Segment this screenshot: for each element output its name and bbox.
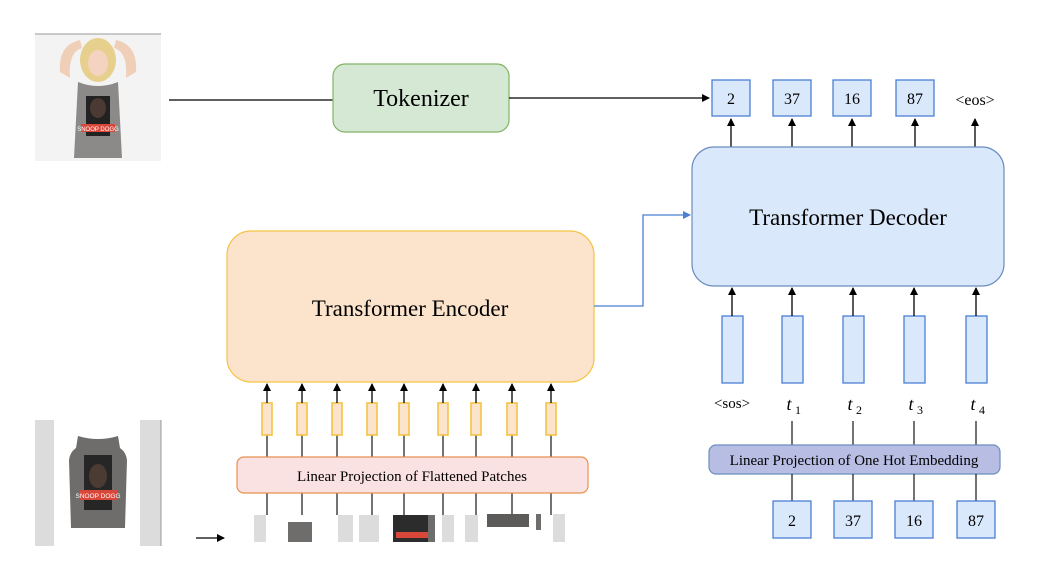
input-token-subscript: 1 xyxy=(795,403,801,417)
patch-projection-label: Linear Projection of Flattened Patches xyxy=(297,469,527,485)
decoder-input-embedding xyxy=(781,315,804,384)
image-patch xyxy=(465,515,478,542)
input-token-subscript: 3 xyxy=(917,403,923,417)
output-token: 16 xyxy=(832,79,872,117)
input-token-id: 87 xyxy=(956,500,996,539)
transformer-encoder-block: Transformer Encoder xyxy=(226,230,595,383)
output-token-value: 87 xyxy=(907,91,923,108)
input-token-id-value: 16 xyxy=(906,513,922,530)
decoder-label: Transformer Decoder xyxy=(749,205,947,230)
input-token-id-value: 87 xyxy=(968,513,984,530)
patch-embedding xyxy=(470,402,482,436)
input-token-symbol: t xyxy=(908,394,914,414)
image-patch xyxy=(428,515,435,542)
shirt-print-text: SNOOP DOGG xyxy=(77,127,119,133)
patch-embedding xyxy=(331,402,343,436)
decoder-input-embedding xyxy=(965,315,988,384)
transformer-decoder-block: Transformer Decoder xyxy=(691,146,1005,287)
eos-token-label: <eos> xyxy=(955,92,994,109)
input-token-id: 2 xyxy=(772,500,812,539)
patch-embedding xyxy=(545,402,557,436)
patch-embedding xyxy=(366,402,378,436)
onehot-projection-block: Linear Projection of One Hot Embedding xyxy=(708,444,1001,475)
output-token-value: 16 xyxy=(844,91,860,108)
patch-embedding-row xyxy=(261,383,557,515)
image-patch xyxy=(396,532,430,538)
image-patch xyxy=(254,515,266,542)
patch-embedding xyxy=(261,402,273,436)
top-input-image: SNOOP DOGG xyxy=(35,33,161,161)
image-patch xyxy=(359,515,379,542)
input-token-id-row: 2 37 16 87 xyxy=(772,474,996,539)
encoder-label: Transformer Encoder xyxy=(312,296,509,321)
image-patch-row xyxy=(254,514,565,542)
image-patch xyxy=(487,514,529,527)
image-patch xyxy=(288,522,312,542)
image-patch xyxy=(536,514,541,530)
input-token-id: 37 xyxy=(833,500,873,539)
tokenizer-label: Tokenizer xyxy=(373,86,469,112)
input-token-subscript: 2 xyxy=(856,403,862,417)
shirt-print-text: SNOOP DOGG xyxy=(75,493,120,500)
input-token-symbol: t xyxy=(786,394,792,414)
architecture-diagram: SNOOP DOGG Tokenizer 2 37 16 87 <eos> Transf… xyxy=(35,33,1005,546)
input-token-id-value: 37 xyxy=(845,513,861,530)
decoder-input-row: <sos> t 1 t 2 t 3 t 4 xyxy=(714,287,988,445)
patch-embedding xyxy=(506,402,518,436)
output-token-value: 37 xyxy=(784,91,800,108)
image-patch xyxy=(442,515,454,542)
patch-embedding xyxy=(296,402,308,436)
input-token-subscript: 4 xyxy=(979,403,985,417)
output-token: 87 xyxy=(895,79,935,117)
patch-embedding xyxy=(398,402,410,436)
image-patch xyxy=(266,515,280,542)
output-token-value: 2 xyxy=(727,91,735,108)
input-token-id: 16 xyxy=(894,500,934,539)
patch-projection-block: Linear Projection of Flattened Patches xyxy=(236,456,589,494)
input-token-symbol: t xyxy=(970,394,976,414)
output-token: 2 xyxy=(711,79,751,117)
patch-embedding xyxy=(437,402,449,436)
input-token-id-value: 2 xyxy=(788,513,796,530)
output-token: 37 xyxy=(772,79,812,117)
decoder-input-embedding xyxy=(721,315,744,384)
sos-token-label: <sos> xyxy=(714,396,750,412)
image-patch xyxy=(338,515,353,542)
decoder-input-embedding xyxy=(903,315,926,384)
encoder-to-decoder-connector xyxy=(594,211,691,307)
bottom-input-image: SNOOP DOGG xyxy=(35,420,162,546)
output-token-row: 2 37 16 87 <eos> xyxy=(711,79,995,147)
input-token-symbol: t xyxy=(847,394,853,414)
tokenizer-block: Tokenizer xyxy=(332,63,510,133)
image-patch xyxy=(553,514,565,542)
onehot-projection-label: Linear Projection of One Hot Embedding xyxy=(730,453,979,469)
decoder-input-embedding xyxy=(842,315,865,384)
